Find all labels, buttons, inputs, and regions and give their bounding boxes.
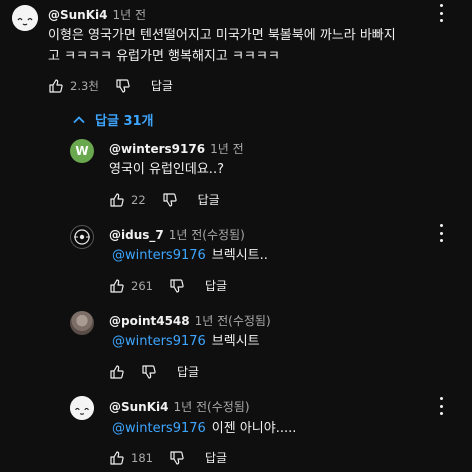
timestamp[interactable]: 1년 전(수정됨) xyxy=(174,400,250,414)
thumb-down-icon[interactable] xyxy=(115,78,131,94)
reply-button[interactable]: 답글 xyxy=(177,363,199,380)
more-vert-icon[interactable] xyxy=(438,4,444,22)
author-handle[interactable]: @SunKi4 xyxy=(109,400,169,414)
comment-header: @SunKi4 1년 전 xyxy=(48,6,146,23)
avatar[interactable] xyxy=(70,311,94,335)
reply-actions: 261 답글 xyxy=(109,277,227,294)
thumb-up-icon[interactable] xyxy=(109,278,125,294)
reply-text: @winters9176 브렉시트 xyxy=(112,331,260,352)
comment-thread: @SunKi4 1년 전 이형은 영국가면 텐션떨어지고 미국가면 북볼북에 까느… xyxy=(0,0,472,472)
author-handle[interactable]: @winters9176 xyxy=(109,142,205,156)
timestamp[interactable]: 1년 전 xyxy=(210,142,244,156)
face-icon xyxy=(70,396,94,420)
replies-toggle-button[interactable]: 답글 31개 xyxy=(72,110,154,129)
reply-text-content: 브렉시트.. xyxy=(211,248,268,263)
reply-text: 영국이 유럽인데요..? xyxy=(109,159,224,180)
author-handle[interactable]: @idus_7 xyxy=(109,228,164,242)
thumb-down-icon[interactable] xyxy=(169,278,185,294)
reply-actions: 22 답글 xyxy=(109,191,220,208)
reply-header: @idus_7 1년 전(수정됨) xyxy=(109,226,245,243)
reply-button[interactable]: 답글 xyxy=(151,77,173,94)
replies-count-label: 답글 31개 xyxy=(95,114,154,129)
face-icon xyxy=(12,5,38,31)
reply-actions: 답글 xyxy=(109,363,199,380)
thumb-down-icon[interactable] xyxy=(162,192,178,208)
comment-actions: 2.3천 답글 xyxy=(48,77,173,94)
author-handle[interactable]: @point4548 xyxy=(109,314,190,328)
reply-text-content: 브렉시트 xyxy=(211,334,260,349)
mention-link[interactable]: @winters9176 xyxy=(112,248,206,263)
reply-button[interactable]: 답글 xyxy=(205,277,227,294)
avatar-letter: W xyxy=(75,144,89,158)
like-count: 2.3천 xyxy=(70,78,99,93)
thumb-up-icon[interactable] xyxy=(109,364,125,380)
author-handle[interactable]: @SunKi4 xyxy=(48,8,108,22)
chevron-up-icon xyxy=(73,115,85,123)
comment-text: 이형은 영국가면 텐션떨어지고 미국가면 북볼북에 까느라 바빠지 고 ㅋㅋㅋㅋ… xyxy=(48,25,396,67)
reply-header: @winters9176 1년 전 xyxy=(109,140,244,157)
reply-header: @SunKi4 1년 전(수정됨) xyxy=(109,398,250,415)
more-vert-icon[interactable] xyxy=(438,397,444,415)
reply-text-content: 이젠 아니야..... xyxy=(211,421,297,436)
timestamp[interactable]: 1년 전(수정됨) xyxy=(169,228,245,242)
mention-link[interactable]: @winters9176 xyxy=(112,421,206,436)
like-count: 261 xyxy=(131,278,153,293)
comment-text-line-2: 고 ㅋㅋㅋㅋ 유럽가면 행복해지고 ㅋㅋㅋㅋ xyxy=(48,49,280,64)
thumb-up-icon[interactable] xyxy=(48,78,64,94)
mention-link[interactable]: @winters9176 xyxy=(112,334,206,349)
like-count: 181 xyxy=(131,450,153,465)
comment-text-line-1: 이형은 영국가면 텐션떨어지고 미국가면 북볼북에 까느라 바빠지 xyxy=(48,28,396,43)
avatar[interactable]: W xyxy=(70,139,94,163)
timestamp[interactable]: 1년 전 xyxy=(113,8,147,22)
thumb-down-icon[interactable] xyxy=(169,450,185,466)
reply-text: @winters9176 브렉시트.. xyxy=(112,245,268,266)
avatar[interactable] xyxy=(70,396,94,420)
more-vert-icon[interactable] xyxy=(438,224,444,242)
reply-button[interactable]: 답글 xyxy=(205,449,227,466)
timestamp[interactable]: 1년 전(수정됨) xyxy=(195,314,271,328)
avatar[interactable] xyxy=(12,5,38,31)
like-count: 22 xyxy=(131,192,146,207)
reply-text-content: 영국이 유럽인데요..? xyxy=(109,162,224,177)
avatar[interactable] xyxy=(70,225,94,249)
reply-header: @point4548 1년 전(수정됨) xyxy=(109,312,271,329)
reply-button[interactable]: 답글 xyxy=(198,191,220,208)
thumb-up-icon[interactable] xyxy=(109,450,125,466)
reply-actions: 181 답글 xyxy=(109,449,227,466)
disc-logo-icon xyxy=(74,229,90,245)
reply-text: @winters9176 이젠 아니야..... xyxy=(112,418,296,439)
thumb-down-icon[interactable] xyxy=(141,364,157,380)
thumb-up-icon[interactable] xyxy=(109,192,125,208)
